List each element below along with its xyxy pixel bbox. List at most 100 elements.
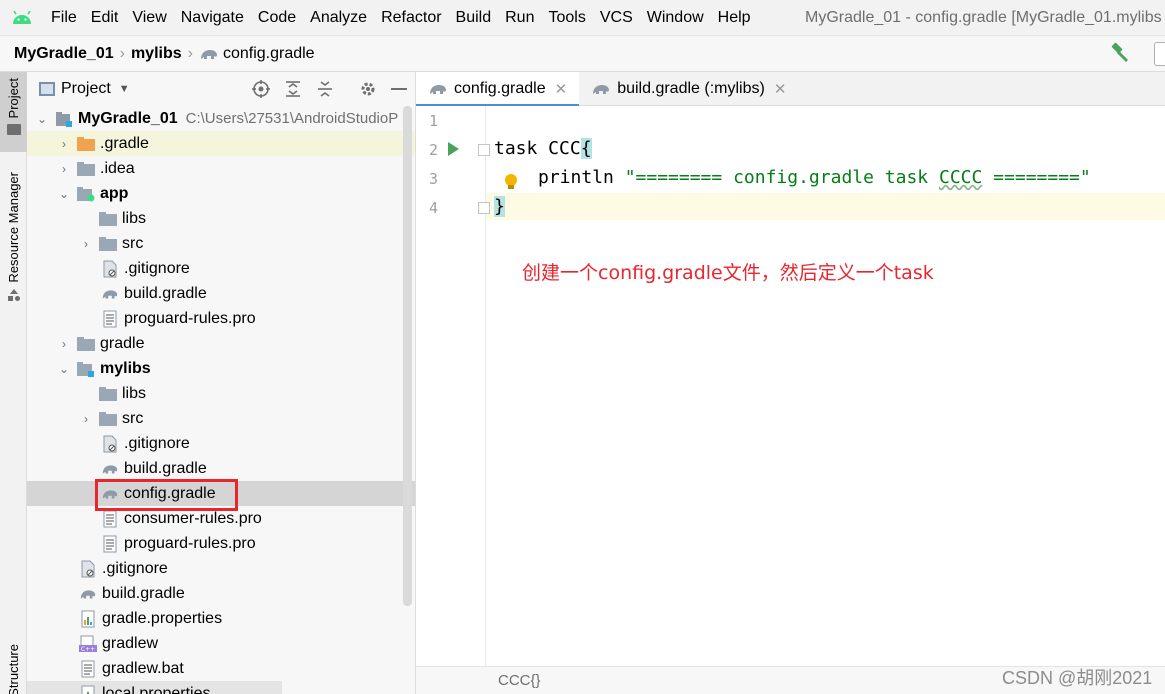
- menu-build[interactable]: Build: [449, 0, 499, 36]
- menu-analyze[interactable]: Analyze: [303, 0, 374, 36]
- menu-tools[interactable]: Tools: [541, 0, 592, 36]
- ignore-file-icon: [79, 560, 97, 578]
- tree-row-mylibs-libs[interactable]: libs: [27, 381, 415, 406]
- structure-tab[interactable]: Structure: [0, 644, 27, 694]
- chevron-down-icon[interactable]: ⌄: [35, 112, 49, 126]
- menu-view[interactable]: View: [125, 0, 173, 36]
- lightbulb-icon[interactable]: [504, 173, 518, 191]
- tree-row-app-proguard[interactable]: proguard-rules.pro: [27, 306, 415, 331]
- tree-label: .gradle: [100, 134, 149, 152]
- chevron-right-icon[interactable]: ›: [57, 137, 71, 151]
- menu-file[interactable]: File: [44, 0, 84, 36]
- current-line-highlight: [416, 193, 1165, 220]
- gradle-icon: [101, 460, 119, 478]
- tree-row-dot-gradle[interactable]: › .gradle: [27, 131, 415, 156]
- tree-row-mylibs[interactable]: ⌄ mylibs: [27, 356, 415, 381]
- project-panel-title[interactable]: Project: [61, 80, 111, 98]
- tree-row-app-src[interactable]: › src: [27, 231, 415, 256]
- tree-label: gradle: [100, 334, 145, 352]
- code-line-4: }: [494, 196, 505, 217]
- editor-tabs: config.gradle ✕ build.gradle (:mylibs) ✕: [416, 72, 1165, 107]
- tree-row-gradlew-bat[interactable]: gradlew.bat: [27, 656, 415, 681]
- project-panel-header: Project ▼: [27, 72, 415, 106]
- breadcrumb-separator-icon: ›: [187, 44, 193, 62]
- menu-code[interactable]: Code: [251, 0, 303, 36]
- tree-row-mylibs-src[interactable]: › src: [27, 406, 415, 431]
- tree-label: gradlew: [102, 634, 159, 652]
- minimize-icon[interactable]: [389, 79, 409, 99]
- code-editor[interactable]: 1 2 3 4 task CCC{ println "======== conf…: [416, 106, 1165, 666]
- gradle-icon: [200, 49, 217, 59]
- code-string-c: ========": [982, 167, 1091, 188]
- tree-row-root-build-gradle[interactable]: build.gradle: [27, 581, 415, 606]
- menu-window[interactable]: Window: [640, 0, 711, 36]
- tree-row-gradle-properties[interactable]: gradle.properties: [27, 606, 415, 631]
- chevron-right-icon[interactable]: ›: [57, 337, 71, 351]
- tree-row-root-gitignore[interactable]: .gitignore: [27, 556, 415, 581]
- chevron-down-icon[interactable]: ▼: [119, 83, 130, 95]
- chevron-down-icon[interactable]: ⌄: [57, 187, 71, 201]
- menu-vcs[interactable]: VCS: [593, 0, 640, 36]
- menu-run[interactable]: Run: [498, 0, 541, 36]
- close-icon[interactable]: ✕: [555, 80, 568, 98]
- gear-icon[interactable]: [358, 79, 378, 99]
- chevron-right-icon[interactable]: ›: [57, 162, 71, 176]
- folder-icon: [77, 335, 95, 353]
- gradle-icon: [79, 585, 97, 603]
- run-gutter-icon[interactable]: [448, 142, 459, 156]
- chevron-down-icon[interactable]: ⌄: [57, 362, 71, 376]
- fold-marker-icon[interactable]: [478, 144, 490, 156]
- tree-row-mylibs-gitignore[interactable]: .gitignore: [27, 431, 415, 456]
- tab-build-gradle-mylibs[interactable]: build.gradle (:mylibs) ✕: [579, 72, 798, 106]
- code-task-decl: task CCC: [494, 138, 581, 159]
- code-close-brace: }: [494, 196, 505, 217]
- tree-row-local-properties[interactable]: local.properties: [27, 681, 282, 694]
- tree-label: local.properties: [102, 684, 211, 694]
- close-icon[interactable]: ✕: [774, 80, 787, 98]
- properties-file-icon: [79, 610, 97, 628]
- svg-text:C++: C++: [81, 646, 95, 653]
- tree-label: build.gradle: [102, 584, 185, 602]
- folder-icon: [6, 124, 21, 136]
- chevron-right-icon[interactable]: ›: [79, 412, 93, 426]
- menu-refactor[interactable]: Refactor: [374, 0, 448, 36]
- expand-all-icon[interactable]: [283, 79, 303, 99]
- build-hammer-icon[interactable]: [1109, 42, 1131, 64]
- tree-row-gradlew[interactable]: C++ gradlew: [27, 631, 415, 656]
- breadcrumb-file[interactable]: config.gradle: [199, 45, 315, 63]
- folder-icon: [99, 385, 117, 403]
- code-string-b: CCCC: [938, 167, 983, 188]
- tree-row-root[interactable]: ⌄ MyGradle_01 C:\Users\27531\AndroidStud…: [27, 106, 415, 131]
- menu-bar: File Edit View Navigate Code Analyze Ref…: [0, 0, 1165, 36]
- tree-row-app[interactable]: ⌄ app: [27, 181, 415, 206]
- tree-scrollbar[interactable]: [403, 106, 412, 606]
- project-view-icon: [39, 82, 55, 96]
- menu-navigate[interactable]: Navigate: [174, 0, 251, 36]
- breadcrumb-project[interactable]: MyGradle_01: [14, 45, 114, 63]
- breadcrumb-module[interactable]: mylibs: [131, 45, 182, 63]
- collapse-all-icon[interactable]: [315, 79, 335, 99]
- project-tool-tab[interactable]: Project: [0, 72, 27, 152]
- chevron-right-icon[interactable]: ›: [79, 237, 93, 251]
- tree-row-app-gitignore[interactable]: .gitignore: [27, 256, 415, 281]
- tree-row-app-libs[interactable]: libs: [27, 206, 415, 231]
- tree-row-gradle[interactable]: › gradle: [27, 331, 415, 356]
- window-title: MyGradle_01 - config.gradle [MyGradle_01…: [805, 9, 1162, 26]
- fold-marker-icon[interactable]: [478, 202, 490, 214]
- tree-row-dot-idea[interactable]: › .idea: [27, 156, 415, 181]
- menu-help[interactable]: Help: [711, 0, 758, 36]
- module-folder-icon: [77, 360, 95, 378]
- run-config-dropdown[interactable]: [1154, 42, 1165, 66]
- tree-row-mylibs-proguard[interactable]: proguard-rules.pro: [27, 531, 415, 556]
- locate-target-icon[interactable]: [251, 79, 271, 99]
- tab-config-gradle[interactable]: config.gradle ✕: [416, 72, 580, 107]
- folder-icon: [99, 235, 117, 253]
- tree-path: C:\Users\27531\AndroidStudioP: [185, 110, 399, 127]
- tree-row-mylibs-build-gradle[interactable]: build.gradle: [27, 456, 415, 481]
- module-icon: [55, 110, 73, 128]
- tree-row-app-build-gradle[interactable]: build.gradle: [27, 281, 415, 306]
- code-breadcrumb[interactable]: CCC{}: [498, 672, 541, 689]
- shapes-icon: [7, 288, 20, 301]
- menu-edit[interactable]: Edit: [84, 0, 126, 36]
- resource-manager-tab[interactable]: Resource Manager: [0, 172, 27, 302]
